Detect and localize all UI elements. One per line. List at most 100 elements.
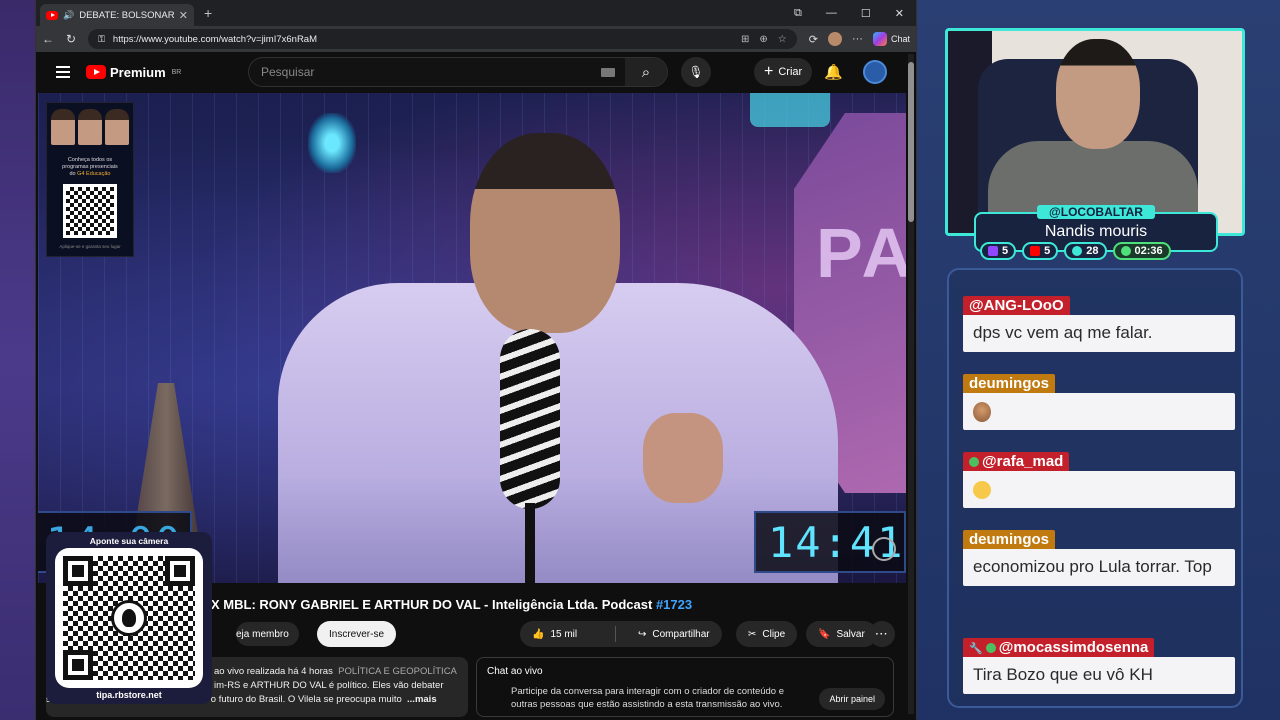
- ad-faces: [51, 109, 129, 145]
- description-line: im-RS e ARTHUR DO VAL é político. Eles v…: [214, 679, 444, 691]
- favorite-icon[interactable]: ☆: [778, 34, 787, 45]
- menu-dots-icon[interactable]: ···: [852, 33, 863, 45]
- tab-actions-icon[interactable]: ⧉: [794, 7, 802, 20]
- new-tab-icon[interactable]: +: [204, 5, 212, 21]
- profile-avatar[interactable]: [827, 32, 842, 46]
- window-controls: ⧉ — ☐ ✕: [794, 7, 916, 20]
- scrollbar-thumb[interactable]: [908, 62, 914, 222]
- chat-text: Tira Bozo que eu vô KH: [963, 657, 1235, 694]
- search-box: Pesquisar ⌕: [248, 57, 668, 87]
- search-input[interactable]: Pesquisar: [249, 65, 601, 79]
- share-label: Compartilhar: [652, 628, 710, 640]
- notifications-bell-icon[interactable]: 🔔: [824, 63, 843, 81]
- create-button[interactable]: + Criar: [754, 58, 813, 86]
- share-button[interactable]: ↪ Compartilhar: [626, 621, 722, 647]
- microphone-icon: 🎙: [688, 65, 704, 79]
- keyboard-icon[interactable]: [601, 67, 615, 77]
- search-icon: ⌕: [641, 63, 651, 81]
- live-chat-panel: Chat ao vivo Participe da conversa para …: [476, 657, 894, 717]
- extensions-icon[interactable]: ⟳: [809, 33, 818, 46]
- badge-icon: [985, 643, 996, 654]
- youtube-logo[interactable]: Premium BR: [86, 65, 181, 80]
- back-icon[interactable]: ←: [42, 32, 54, 46]
- more-link[interactable]: ...mais: [407, 694, 437, 705]
- left-background: [0, 0, 40, 720]
- cyan-light: [750, 93, 830, 127]
- chat-username: deumingos: [963, 374, 1056, 393]
- clip-label: Clipe: [762, 628, 786, 640]
- chat-message: 🔧 @mocassimdosenna Tira Bozo que eu vô KH: [963, 638, 1235, 694]
- zoom-icon[interactable]: ⊕: [759, 34, 767, 45]
- youtube-icon: [1030, 246, 1041, 256]
- chat-username: 🔧 @mocassimdosenna: [963, 638, 1155, 657]
- chat-text: economizou pro Lula torrar. Top: [963, 549, 1235, 586]
- like-count[interactable]: 15 mil: [550, 629, 577, 640]
- chat-username: @ANG-LOoO: [963, 296, 1070, 315]
- clock-icon: [1120, 246, 1131, 256]
- live-chat-title: Chat ao vivo: [487, 666, 543, 677]
- wrench-icon: 🔧: [969, 643, 983, 655]
- streamer-handle: @LOCOBALTAR: [1037, 205, 1155, 219]
- copilot-icon: [872, 32, 887, 46]
- url-field[interactable]: ⚿ https://www.youtube.com/watch?v=jimI7x…: [88, 29, 797, 49]
- podcast-microphone: [500, 329, 560, 509]
- join-button[interactable]: eja membro: [236, 622, 299, 646]
- streamer-name: Nandis mouris: [1044, 223, 1148, 240]
- stop-sign-letters: PAR: [816, 214, 906, 292]
- streamer-head: [1056, 39, 1140, 149]
- chat-text: dps vc vem aq me falar.: [963, 315, 1235, 352]
- chat-message: @ANG-LOoO dps vc vem aq me falar.: [963, 296, 1235, 352]
- chat-message: @rafa_mad: [963, 452, 1235, 508]
- region-label: BR: [171, 68, 182, 76]
- maximize-icon[interactable]: ☐: [861, 7, 871, 20]
- youtube-logo-icon: [86, 65, 106, 79]
- like-icon[interactable]: 👍: [532, 629, 544, 640]
- minimize-icon[interactable]: —: [826, 7, 837, 20]
- search-button[interactable]: ⌕: [625, 58, 667, 86]
- hamburger-menu-icon[interactable]: [56, 63, 70, 81]
- more-dots-icon: ···: [875, 628, 889, 640]
- twitch-viewers: 5: [980, 242, 1017, 260]
- host-head: [470, 133, 620, 333]
- close-tab-icon[interactable]: ✕: [179, 9, 188, 22]
- site-info-icon[interactable]: ⚿: [98, 34, 105, 45]
- clip-button[interactable]: ✂ Clipe: [736, 621, 798, 647]
- chat-username: @rafa_mad: [963, 452, 1070, 471]
- more-actions-button[interactable]: ···: [869, 621, 895, 647]
- browser-tab[interactable]: 🔊 DEBATE: BOLSONARISTA X MB ✕: [40, 4, 194, 26]
- save-button[interactable]: 🔖 Salvar: [806, 621, 877, 647]
- category-tags[interactable]: POLÍTICA E GEOPOLÍTICA: [338, 666, 457, 677]
- qr-logo-icon: [111, 600, 147, 636]
- live-info: ao vivo realizada há 4 horas: [214, 666, 333, 677]
- chat-message: deumingos: [963, 374, 1235, 430]
- address-bar-row: ← ↻ ⚿ https://www.youtube.com/watch?v=ji…: [36, 26, 916, 52]
- chat-message: deumingos economizou pro Lula torrar. To…: [963, 530, 1235, 586]
- open-panel-button[interactable]: Abrir painel: [819, 688, 885, 710]
- voice-search-button[interactable]: 🎙: [681, 57, 711, 87]
- refresh-icon[interactable]: ↻: [66, 32, 76, 46]
- video-player[interactable]: PAR 14:00 14:41 Conheça todos os program…: [38, 93, 906, 583]
- stream-uptime: 02:36: [1112, 242, 1171, 260]
- qr-instruction: Aponte sua câmera: [89, 536, 169, 546]
- speaker-icon[interactable]: 🔊: [63, 10, 74, 21]
- qr-overlay: Aponte sua câmera tipa.rbstore.net: [46, 532, 212, 704]
- subscribe-button[interactable]: Inscrever-se: [317, 621, 397, 647]
- badge-icon: [969, 457, 979, 468]
- save-label: Salvar: [836, 628, 865, 640]
- ad-text: Conheça todos os programas presenciais d…: [62, 157, 118, 178]
- page-scrollbar[interactable]: [908, 54, 914, 714]
- ad-qr-code: [63, 184, 117, 239]
- close-window-icon[interactable]: ✕: [895, 7, 904, 20]
- kick-icon: [1072, 246, 1083, 256]
- sponsor-ad[interactable]: Conheça todos os programas presenciais d…: [46, 102, 134, 257]
- account-avatar[interactable]: [863, 60, 887, 84]
- sleepy-emoji-icon: [973, 480, 991, 499]
- youtube-viewers: 5: [1022, 242, 1059, 260]
- copilot-chat-button[interactable]: Chat: [872, 32, 910, 46]
- app-icon[interactable]: ⊞: [741, 34, 749, 45]
- microphone-stand: [525, 503, 535, 583]
- tab-bar: 🔊 DEBATE: BOLSONARISTA X MB ✕ + ⧉ — ☐ ✕: [36, 0, 916, 26]
- episode-hashtag[interactable]: #1723: [656, 597, 692, 612]
- blue-lamp: [308, 113, 356, 173]
- host-hand: [643, 413, 723, 503]
